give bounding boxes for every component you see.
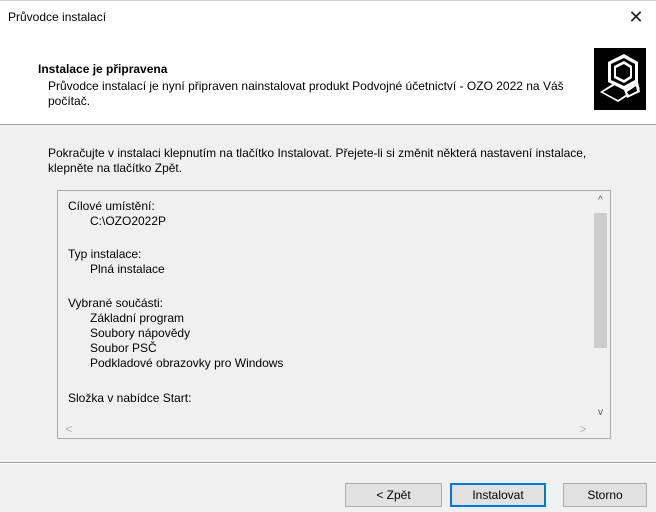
summary-component-item: Soubor PSČ xyxy=(90,341,157,355)
scroll-right-button[interactable]: > xyxy=(574,420,592,438)
summary-content: Cílové umístění: C:\OZO2022P Typ instala… xyxy=(58,191,592,422)
cancel-button[interactable]: Storno xyxy=(563,483,647,507)
summary-value-destination: C:\OZO2022P xyxy=(90,214,167,228)
scroll-up-button[interactable]: ^ xyxy=(591,191,610,209)
install-button[interactable]: Instalovat xyxy=(450,483,546,507)
wizard-header: Instalace je připravena Průvodce instala… xyxy=(0,33,656,125)
chevron-right-icon: > xyxy=(579,422,587,436)
summary-component-item: Podkladové obrazovky pro Windows xyxy=(90,356,284,370)
installer-window: Průvodce instalací ✕ Instalace je připra… xyxy=(0,0,656,512)
settings-summary-box[interactable]: Cílové umístění: C:\OZO2022P Typ instala… xyxy=(57,190,611,439)
summary-label-components: Vybrané součásti: xyxy=(68,296,163,310)
scroll-left-button[interactable]: < xyxy=(60,420,78,438)
close-button[interactable]: ✕ xyxy=(616,1,656,33)
window-title: Průvodce instalací xyxy=(8,10,107,24)
vertical-scrollbar[interactable]: ^ v xyxy=(591,191,610,421)
chevron-left-icon: < xyxy=(65,422,73,436)
back-button[interactable]: < Zpět xyxy=(345,483,442,507)
summary-label-destination: Cílové umístění: xyxy=(68,199,155,213)
close-icon: ✕ xyxy=(628,6,644,27)
page-title: Instalace je připravena xyxy=(38,62,168,76)
footer-divider xyxy=(0,462,656,464)
chevron-up-icon: ^ xyxy=(598,194,603,206)
intro-text: Pokračujte v instalaci klepnutím na tlač… xyxy=(48,146,587,175)
horizontal-scrollbar[interactable]: < > xyxy=(58,420,592,438)
summary-component-item: Základní program xyxy=(90,311,185,325)
chevron-down-icon: v xyxy=(598,406,603,418)
title-bar: Průvodce instalací ✕ xyxy=(0,0,656,33)
summary-value-install-type: Plná instalace xyxy=(90,262,165,276)
installer-computer-icon xyxy=(594,48,646,110)
vertical-scroll-thumb[interactable] xyxy=(594,213,607,348)
summary-label-install-type: Typ instalace: xyxy=(68,247,142,261)
page-description: Průvodce instalací je nyní připraven nai… xyxy=(48,79,564,108)
summary-component-item: Soubory nápovědy xyxy=(90,326,191,340)
summary-label-start-menu: Složka v nabídce Start: xyxy=(68,391,192,405)
scroll-down-button[interactable]: v xyxy=(591,403,610,421)
